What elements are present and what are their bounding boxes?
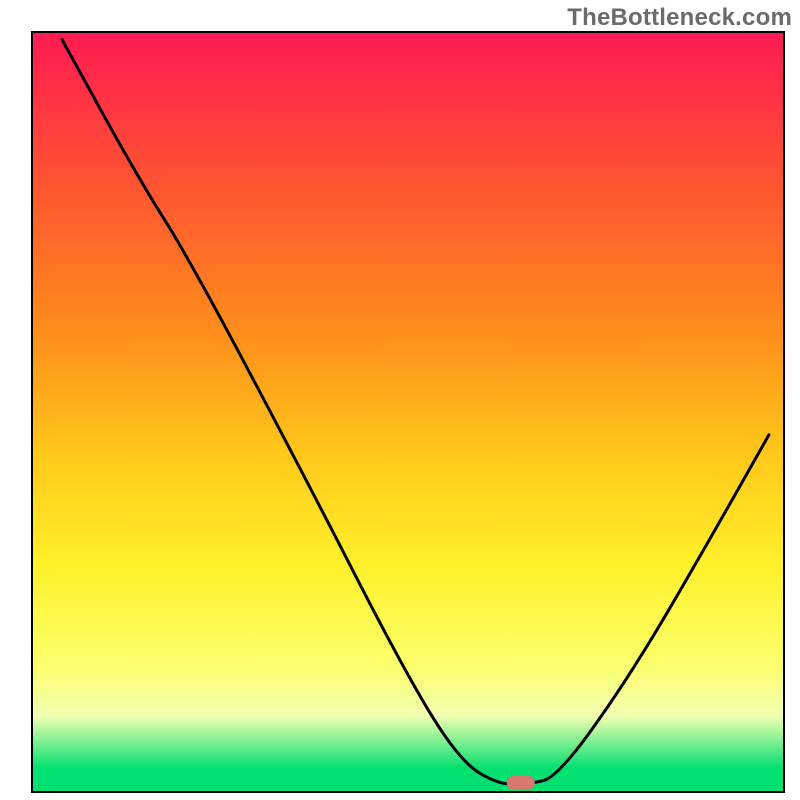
gradient-background [32, 32, 784, 792]
bottleneck-chart: TheBottleneck.com [0, 0, 800, 800]
plot-area [32, 32, 784, 792]
chart-svg [0, 0, 800, 800]
optimal-marker [507, 776, 535, 790]
watermark-label: TheBottleneck.com [567, 4, 792, 32]
